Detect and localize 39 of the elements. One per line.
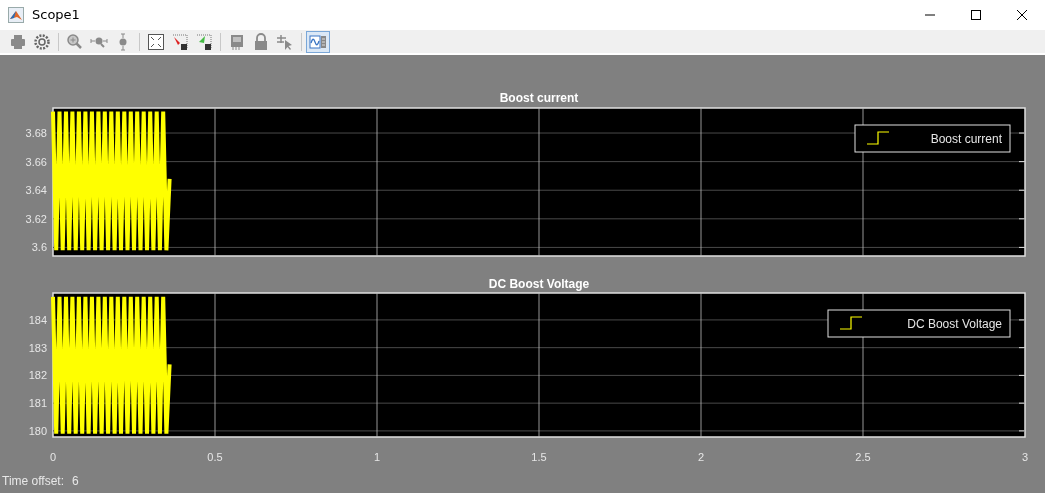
legend-line-icon	[839, 316, 863, 330]
axis-tick-label: 3.62	[25, 212, 47, 225]
axis-tick-label: 3.64	[25, 184, 47, 197]
legend-button[interactable]	[306, 30, 330, 53]
axis-tick-label: 2	[697, 451, 705, 463]
axis-tick-label: 1.5	[531, 451, 547, 463]
print-icon	[9, 32, 27, 51]
axis-tick-label: 3.6	[31, 241, 47, 254]
legend-label: Boost current	[930, 132, 1002, 146]
legend-icon	[309, 32, 327, 51]
axes-arrow-icon	[171, 32, 189, 51]
close-icon	[1016, 9, 1028, 21]
axis-tick-label: 0	[49, 451, 57, 463]
axis-tick-label: 0.5	[207, 451, 223, 463]
status-value: 6	[72, 473, 79, 490]
axis-tick-label: 3	[1021, 451, 1029, 463]
axis-tick-label: 183	[28, 341, 47, 354]
maximize-icon	[970, 9, 982, 21]
window-title: Scope1	[32, 6, 80, 25]
axis-tick-label: 3.68	[25, 127, 47, 139]
zoom-in-icon	[66, 32, 84, 51]
plot-title: DC Boost Voltage	[488, 277, 590, 291]
lock-icon	[252, 32, 270, 51]
legend-line-icon	[866, 131, 890, 145]
axes-arrow-icon	[195, 32, 213, 51]
app-icon	[8, 7, 24, 23]
axis-tick-label: 1	[373, 451, 381, 463]
axis-tick-label: 184	[28, 313, 47, 326]
axis-tick-label: 180	[28, 424, 47, 437]
legend-label: DC Boost Voltage	[907, 317, 1002, 331]
axis-tick-label: 181	[28, 397, 47, 410]
status-label: Time offset:	[2, 473, 65, 490]
axis-tick-label: 182	[28, 369, 47, 382]
plot-title: Boost current	[499, 91, 579, 105]
settings-icon	[33, 32, 51, 51]
chip-icon	[228, 32, 246, 51]
cursor-icon	[276, 32, 294, 51]
axis-tick-label: 3.66	[25, 155, 47, 168]
axis-tick-label: 2.5	[855, 451, 871, 463]
